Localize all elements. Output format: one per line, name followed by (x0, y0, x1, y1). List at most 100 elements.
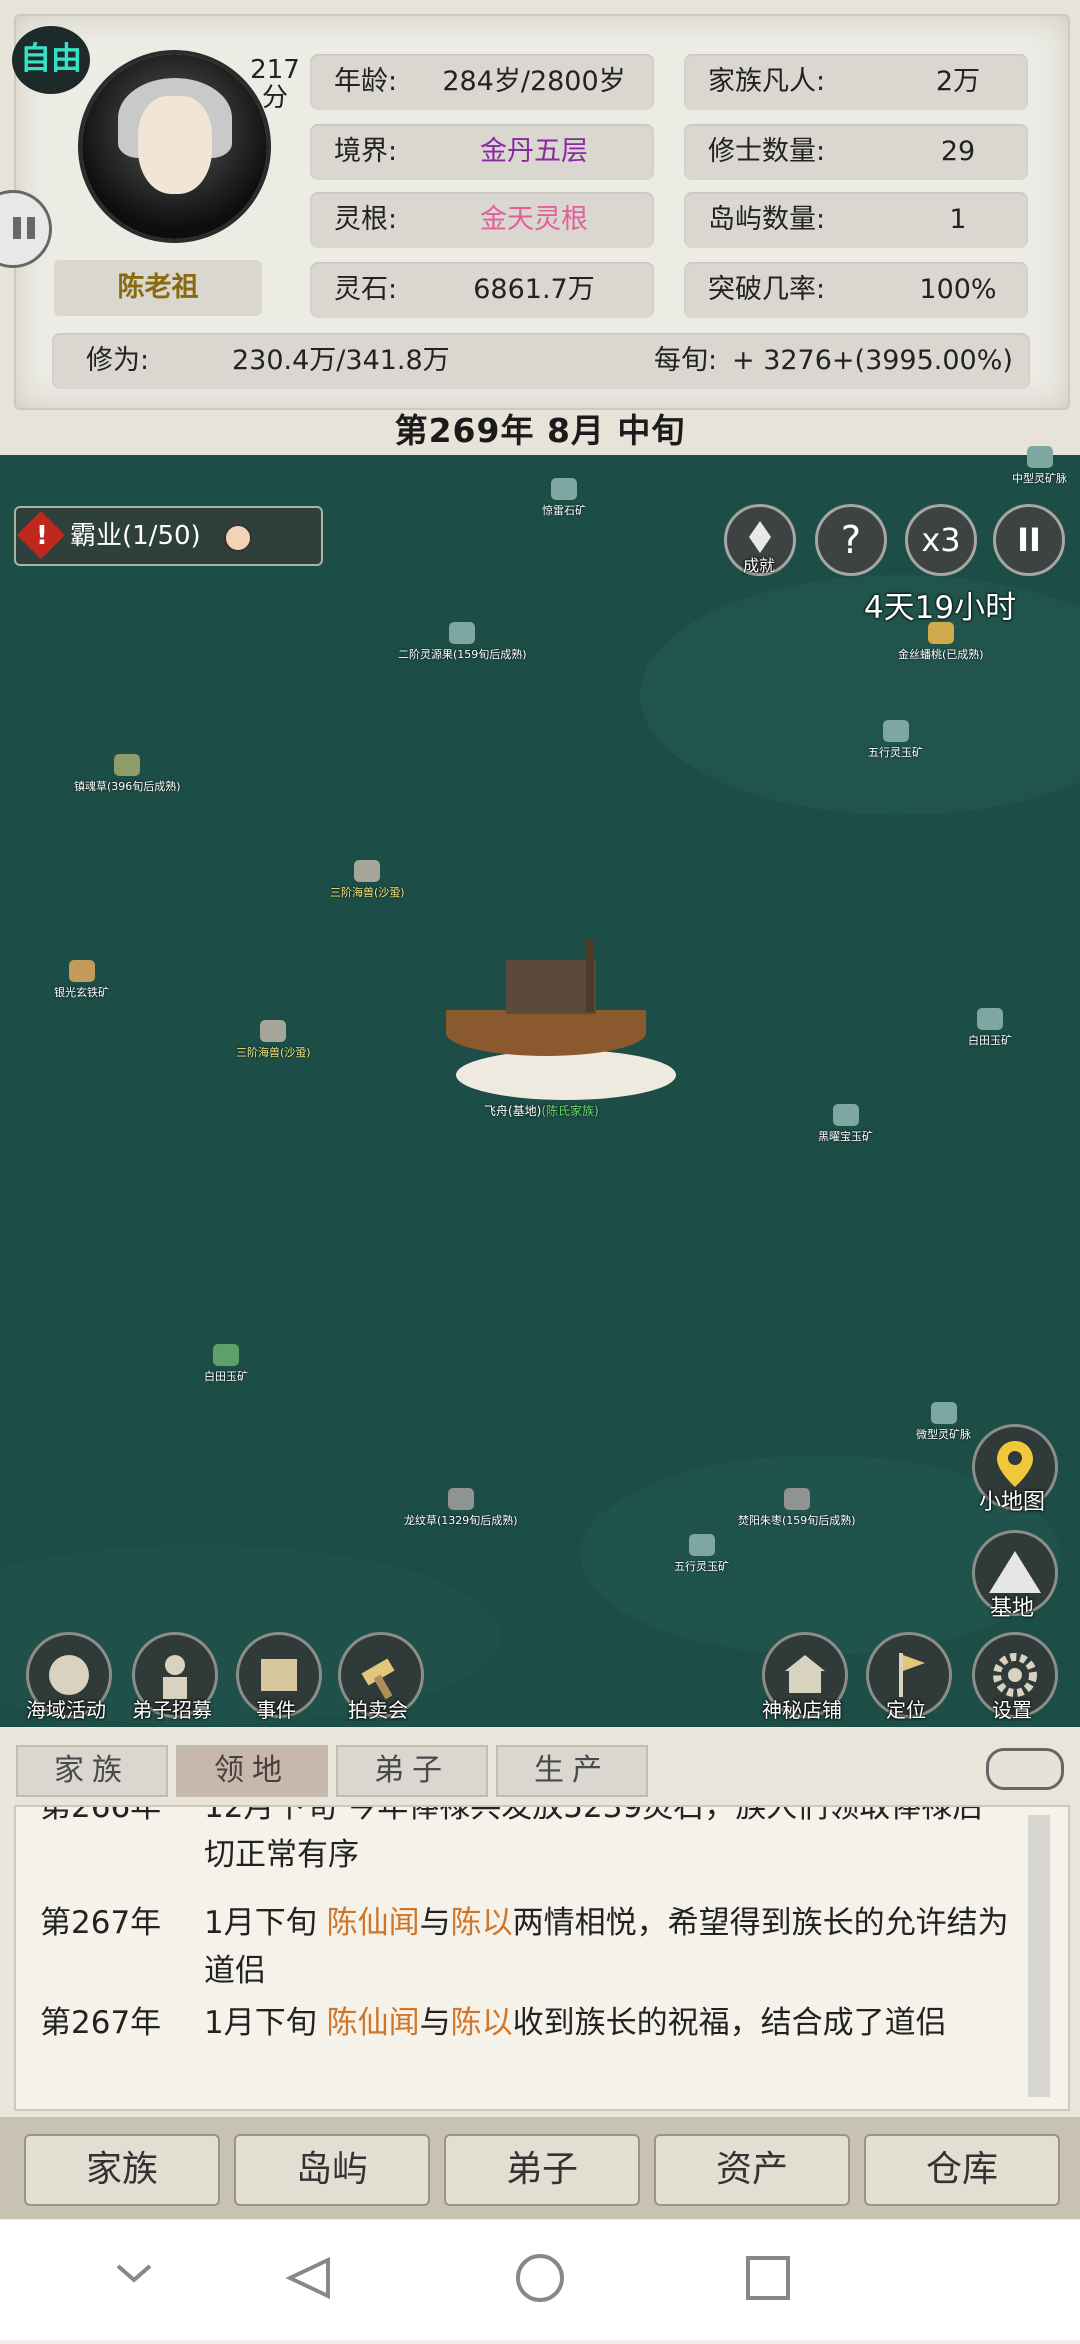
auction-label: 拍卖会 (348, 1698, 408, 1722)
map-marker[interactable]: 微型灵矿脉 (916, 1402, 971, 1442)
system-nav-bar (0, 2220, 1080, 2340)
ore-icon (882, 720, 909, 742)
flying-ship-base[interactable] (436, 940, 696, 1110)
map-marker[interactable]: 黑曜宝玉矿 (818, 1104, 873, 1144)
map-marker-label: 镇魂草(396旬后成熟) (74, 780, 181, 793)
map-marker-label: 银光玄铁矿 (54, 986, 109, 999)
ore-icon (832, 1104, 859, 1126)
nav-disciples[interactable]: 弟子 (444, 2134, 640, 2206)
character-name[interactable]: 陈老祖 (54, 260, 262, 316)
chevron-down-icon (116, 2264, 152, 2283)
map-marker-label: 二阶灵源果(159旬后成熟) (398, 648, 527, 661)
ship-label-name: 飞舟(基地) (484, 1104, 542, 1118)
map-marker[interactable]: 白田玉矿 (204, 1344, 248, 1384)
ore-icon (688, 1534, 715, 1556)
stat-spirit-stones: 灵石: 6861.7万 (310, 262, 654, 318)
ship-cabin-icon (506, 960, 596, 1014)
ship-label: 飞舟(基地)(陈氏家族) (484, 1102, 599, 1119)
stat-stones-label: 灵石: (334, 274, 398, 305)
map-marker-label: 微型灵矿脉 (916, 1428, 971, 1441)
tab-territory[interactable]: 领地 (176, 1745, 328, 1797)
speed-button[interactable]: x3 (905, 504, 977, 576)
tab-clan[interactable]: 家族 (16, 1745, 168, 1797)
ore-icon (213, 1344, 239, 1366)
stat-cultivation: 修为: 230.4万/341.8万 每旬: + 3276+(3995.00%) (52, 333, 1030, 389)
map-marker-label: 中型灵矿脉 (1012, 472, 1067, 485)
map-marker-label: 金丝蟠桃(已成熟) (898, 648, 984, 661)
recruit-label: 弟子招募 (132, 1698, 212, 1722)
map-marker[interactable]: 金丝蟠桃(已成熟) (898, 622, 984, 662)
stat-age-value: 284岁/2800岁 (442, 66, 626, 97)
stat-cultivators-label: 修士数量: (708, 136, 826, 167)
stat-root-label: 灵根: (334, 204, 398, 235)
map-marker-label: 焚阳朱枣(159旬后成熟) (738, 1514, 856, 1527)
nav-warehouse[interactable]: 仓库 (864, 2134, 1060, 2206)
herb-icon (114, 754, 141, 776)
fruit-icon (449, 622, 476, 644)
log-entry: 第267年 1月下旬 陈仙闻与陈以收到族长的祝福，结合成了道侣 (40, 1999, 1040, 2095)
pause-button[interactable]: II (993, 504, 1065, 576)
system-nav-icons (116, 2254, 790, 2302)
mystery-shop-label: 神秘店铺 (762, 1698, 842, 1722)
ship-mast-icon (586, 940, 594, 1012)
ore-icon (551, 478, 577, 500)
quest-label: 霸业(1/50) (70, 521, 201, 551)
log-scrollbar[interactable] (1028, 1815, 1050, 2097)
map-marker-label: 惊雷石矿 (542, 504, 586, 517)
game-date: 第269年 8月 中旬 (394, 411, 686, 450)
recents-icon (746, 2256, 790, 2300)
map-marker[interactable]: 龙纹草(1329旬后成熟) (404, 1488, 518, 1528)
stat-islands: 岛屿数量: 1 (684, 192, 1028, 248)
stat-breakthrough: 突破几率: 100% (684, 262, 1028, 318)
herb-icon (447, 1488, 474, 1510)
map-marker-beast[interactable]: 三阶海兽(沙蛩) (330, 860, 405, 900)
stat-per-period-label: 每旬: (654, 345, 718, 376)
log-year: 第267年 (40, 2005, 162, 2041)
stat-cultivators: 修士数量: 29 (684, 124, 1028, 180)
settings-label: 设置 (992, 1698, 1032, 1722)
map-marker[interactable]: 惊雷石矿 (542, 478, 586, 518)
map-marker-beast[interactable]: 三阶海兽(沙蛩) (236, 1020, 311, 1060)
ship-hull-icon (446, 1010, 646, 1056)
stat-islands-value: 1 (949, 204, 967, 235)
person-name-link[interactable]: 陈以 (451, 2005, 513, 2041)
log-entry: 第266年 12月下旬 今年俸禄共发放5239灵石，族人们领取俸禄后一切正常有序 (40, 1805, 1040, 1879)
tab-production[interactable]: 生产 (496, 1745, 648, 1797)
map-marker[interactable]: 镇魂草(396旬后成熟) (74, 754, 181, 794)
avatar[interactable] (82, 54, 267, 239)
collapse-toggle-icon[interactable] (986, 1748, 1064, 1790)
map-marker[interactable]: 焚阳朱枣(159旬后成熟) (738, 1488, 856, 1528)
nav-clan[interactable]: 家族 (24, 2134, 220, 2206)
log-year: 第266年 (40, 1805, 162, 1825)
ore-icon (977, 1008, 1003, 1030)
map-marker[interactable]: 二阶灵源果(159旬后成熟) (398, 622, 527, 662)
person-name-link[interactable]: 陈仙闻 (327, 2005, 420, 2041)
mode-badge[interactable]: 自由 (12, 26, 90, 94)
stat-mortals-value: 2万 (935, 66, 981, 97)
log-text-part: 与 (419, 2005, 451, 2041)
log-text-part: 1月下旬 (204, 1905, 327, 1941)
map-marker[interactable]: 五行灵玉矿 (868, 720, 923, 760)
tab-disciples[interactable]: 弟子 (336, 1745, 488, 1797)
alert-mark: ! (36, 521, 48, 551)
score-unit: 分 (261, 83, 288, 113)
stat-mortals-label: 家族凡人: (708, 66, 826, 97)
quest-tracker[interactable]: ! 霸业(1/50) (14, 506, 323, 566)
event-log[interactable]: 第266年 12月下旬 今年俸禄共发放5239灵石，族人们领取俸禄后一切正常有序… (14, 1805, 1070, 2111)
stat-per-period-value: + 3276+(3995.00%) (732, 345, 1013, 376)
map-marker[interactable]: 五行灵玉矿 (674, 1534, 729, 1574)
ship-label-clan: (陈氏家族) (541, 1104, 599, 1118)
person-name-link[interactable]: 陈仙闻 (327, 1905, 420, 1941)
map-marker[interactable]: 银光玄铁矿 (54, 960, 109, 1000)
events-label: 事件 (256, 1698, 296, 1722)
nav-islands[interactable]: 岛屿 (234, 2134, 430, 2206)
log-year: 第267年 (40, 1905, 162, 1941)
person-name-link[interactable]: 陈以 (451, 1905, 513, 1941)
map-marker[interactable]: 中型灵矿脉 (1012, 446, 1067, 486)
log-text: 1月下旬 陈仙闻与陈以两情相悦，希望得到族长的允许结为道侣 (204, 1899, 1034, 1995)
stat-clan-mortals: 家族凡人: 2万 (684, 54, 1028, 110)
nav-assets[interactable]: 资产 (654, 2134, 850, 2206)
help-button[interactable]: ? (815, 504, 887, 576)
map-marker[interactable]: 白田玉矿 (968, 1008, 1012, 1048)
minimap-label: 小地图 (978, 1490, 1045, 1515)
